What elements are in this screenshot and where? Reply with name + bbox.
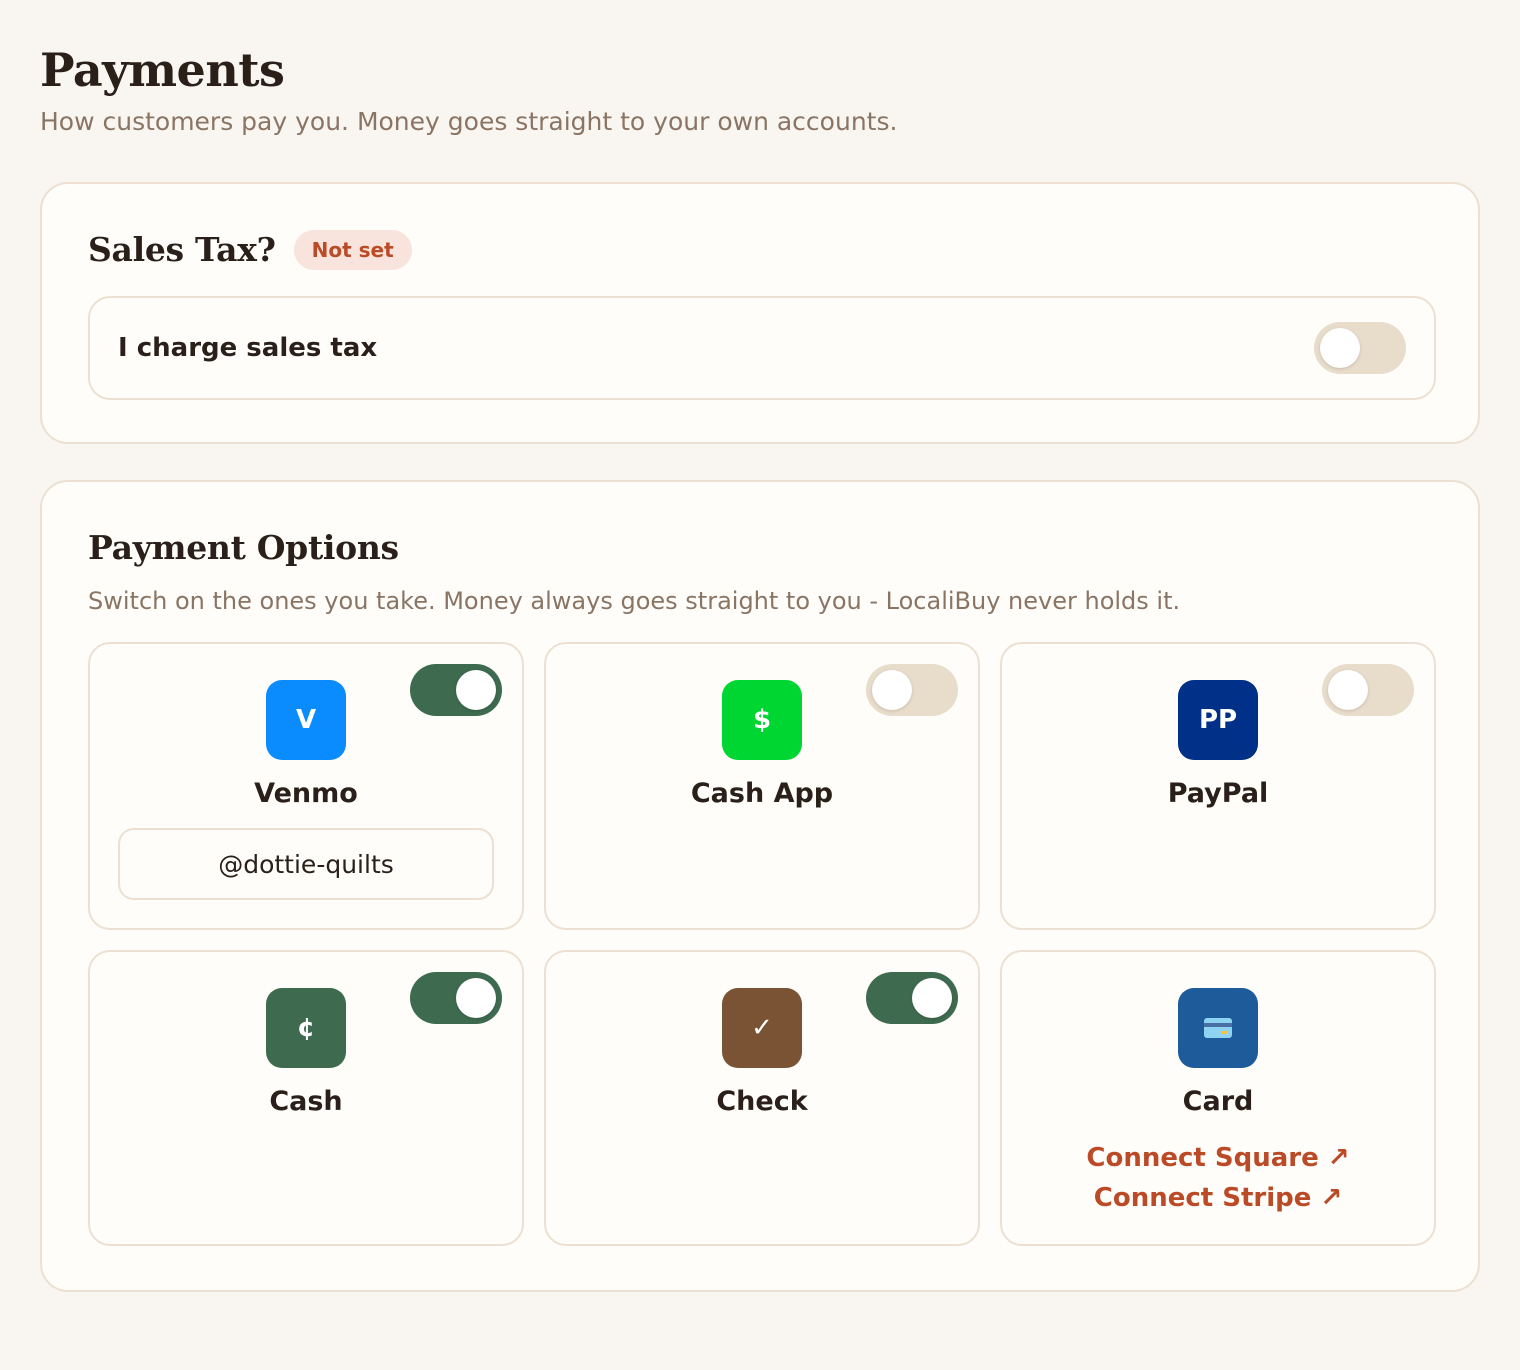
connect-square-link[interactable]: Connect Square ↗	[1002, 1138, 1434, 1178]
cashapp-icon: $	[722, 680, 802, 760]
cash-toggle[interactable]	[410, 972, 502, 1024]
sales-tax-toggle[interactable]	[1314, 322, 1406, 374]
toggle-knob	[456, 670, 496, 710]
payment-card-card: Card Connect Square ↗ Connect Stripe ↗	[1000, 950, 1436, 1246]
payment-name-card: Card	[1182, 1086, 1254, 1117]
payment-name-check: Check	[716, 1086, 808, 1117]
payment-name-cashapp: Cash App	[690, 778, 834, 809]
cashapp-toggle[interactable]	[866, 664, 958, 716]
payment-card-cashapp: $ Cash App	[544, 642, 980, 930]
payment-card-venmo: V Venmo	[88, 642, 524, 930]
page-title: Payments	[40, 43, 285, 97]
cash-icon: ¢	[266, 988, 346, 1068]
payment-card-check: ✓ Check	[544, 950, 980, 1246]
payment-options-card: Payment Options Switch on the ones you t…	[40, 480, 1480, 1292]
toggle-knob	[912, 978, 952, 1018]
venmo-handle-input[interactable]	[118, 828, 494, 900]
payment-name-cash: Cash	[269, 1086, 343, 1117]
check-toggle[interactable]	[866, 972, 958, 1024]
check-icon: ✓	[722, 988, 802, 1068]
payment-card-cash: ¢ Cash	[88, 950, 524, 1246]
sales-tax-title: Sales Tax?	[88, 230, 276, 269]
toggle-knob	[872, 670, 912, 710]
toggle-knob	[1320, 328, 1360, 368]
paypal-icon: PP	[1178, 680, 1258, 760]
status-badge: Not set	[293, 230, 412, 270]
credit-card-icon	[1178, 988, 1258, 1068]
payment-options-header: Payment Options	[88, 526, 399, 570]
sales-tax-header: Sales Tax? Not set	[88, 228, 412, 272]
toggle-knob	[456, 978, 496, 1018]
payments-page: Payments How customers pay you. Money go…	[0, 0, 1520, 1370]
paypal-toggle[interactable]	[1322, 664, 1414, 716]
payment-card-paypal: PP PayPal	[1000, 642, 1436, 930]
sales-tax-toggle-label: I charge sales tax	[118, 333, 378, 363]
toggle-knob	[1328, 670, 1368, 710]
card-connect-links: Connect Square ↗ Connect Stripe ↗	[1002, 1138, 1434, 1218]
payment-options-title: Payment Options	[88, 528, 399, 567]
connect-stripe-link[interactable]: Connect Stripe ↗	[1002, 1178, 1434, 1218]
payment-options-subtitle: Switch on the ones you take. Money alway…	[88, 587, 1181, 615]
payment-name-venmo: Venmo	[254, 778, 358, 809]
sales-tax-row: I charge sales tax	[88, 296, 1436, 400]
credit-card-glyph	[1204, 1018, 1232, 1038]
venmo-toggle[interactable]	[410, 664, 502, 716]
venmo-icon: V	[266, 680, 346, 760]
page-subtitle: How customers pay you. Money goes straig…	[40, 107, 898, 136]
payment-name-paypal: PayPal	[1167, 778, 1269, 809]
sales-tax-card: Sales Tax? Not set I charge sales tax	[40, 182, 1480, 444]
